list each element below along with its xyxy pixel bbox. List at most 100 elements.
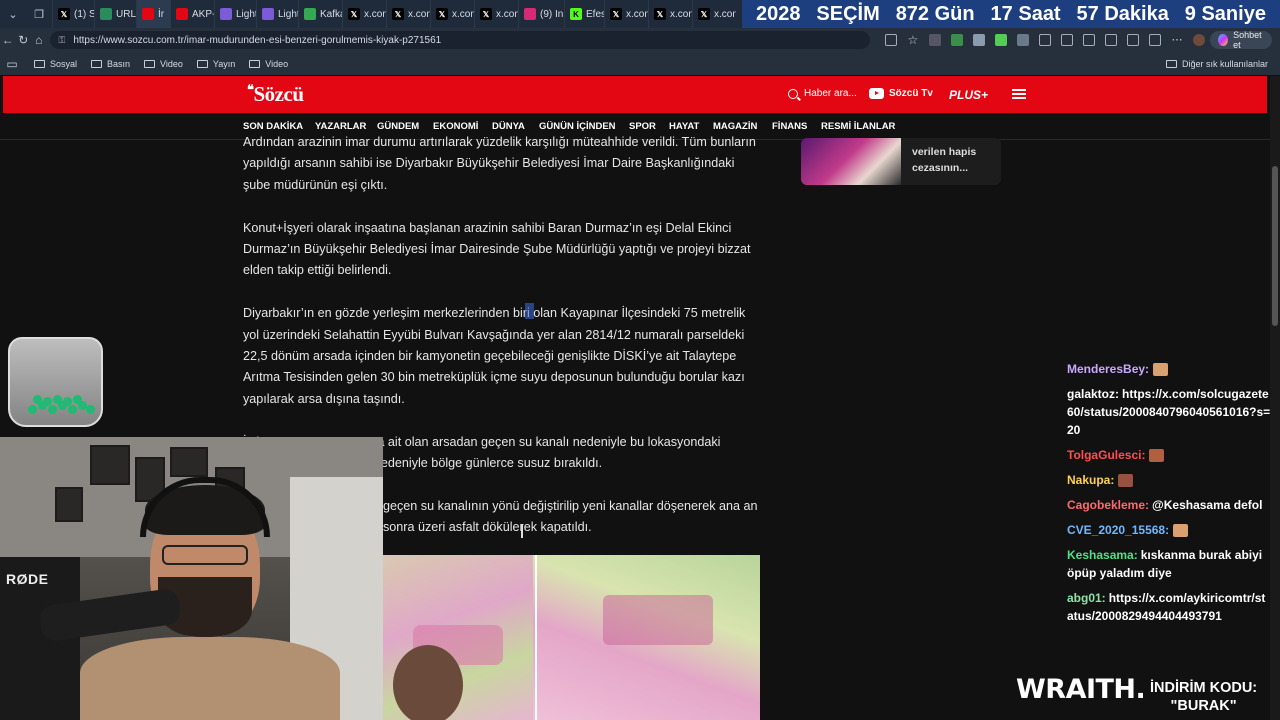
browser-tab[interactable]: (9) In xyxy=(518,0,564,28)
browser-tab-label: İr xyxy=(158,8,165,20)
favorites-icon[interactable] xyxy=(1105,34,1118,46)
browser-tab[interactable]: 𝕏x.con xyxy=(692,0,736,28)
browser-tab-label: x.con xyxy=(670,8,692,20)
browser-tab-label: Efes xyxy=(586,8,604,20)
sozcu-logo[interactable]: ❝Sözcü xyxy=(247,82,304,107)
browser-tab[interactable]: AKP- xyxy=(170,0,214,28)
copilot-chat-label: Sohbet et xyxy=(1233,30,1262,50)
site-icon xyxy=(100,8,112,20)
reload-icon[interactable]: ↻ xyxy=(15,28,30,52)
nav-item[interactable]: SPOR xyxy=(629,121,656,132)
nav-item[interactable]: YAZARLAR xyxy=(315,121,366,132)
kick-icon: K xyxy=(570,8,582,20)
nav-item[interactable]: GÜNDEM xyxy=(377,121,419,132)
url-text: https://www.sozcu.com.tr/imar-mudurunden… xyxy=(73,34,442,46)
browser-tab[interactable]: Kafka xyxy=(298,0,342,28)
favorite-star-icon[interactable]: ☆ xyxy=(907,34,919,46)
read-aloud-icon[interactable] xyxy=(885,34,898,46)
hamburger-menu-icon[interactable] xyxy=(1012,89,1026,99)
folder-icon xyxy=(1165,59,1177,68)
back-icon[interactable]: ← xyxy=(0,28,15,52)
x-icon: 𝕏 xyxy=(698,8,710,20)
nav-item[interactable]: HAYAT xyxy=(669,121,699,132)
instagram-icon xyxy=(524,8,536,20)
browser-tab[interactable]: 𝕏x.con xyxy=(604,0,648,28)
browser-tab[interactable]: 𝕏x.con xyxy=(386,0,430,28)
browser-tab-label: x.con xyxy=(364,8,386,20)
article-paragraph: Ardından arazinin imar durumu artırılara… xyxy=(243,135,756,192)
settings-sliders-icon[interactable] xyxy=(1083,34,1096,46)
extension-screenshot-icon[interactable] xyxy=(973,34,986,46)
site-search-label: Haber ara... xyxy=(804,88,857,99)
pen-icon xyxy=(220,8,232,20)
nav-item[interactable]: GÜNÜN İÇİNDEN xyxy=(539,121,616,132)
browser-tab[interactable]: 𝕏x.con xyxy=(474,0,518,28)
x-icon: 𝕏 xyxy=(58,8,70,20)
bookmark-folder-label: Yayın xyxy=(212,58,236,69)
countdown-minutes: 57 Dakika xyxy=(1076,2,1169,25)
other-favorites-label: Diğer sık kullanılanlar xyxy=(1181,58,1268,69)
split-screen-icon[interactable] xyxy=(1061,34,1074,46)
sozcu-tv-link[interactable]: Sözcü Tv xyxy=(869,88,933,99)
browser-tab[interactable]: Light xyxy=(256,0,298,28)
browser-tab[interactable]: İr xyxy=(136,0,170,28)
browser-essentials-icon[interactable] xyxy=(1127,34,1140,46)
related-news-card[interactable]: verilen hapis cezasının... xyxy=(801,138,1001,185)
collections-icon[interactable]: ▭ xyxy=(0,52,24,76)
nav-item[interactable]: MAGAZİN xyxy=(713,121,757,132)
tab-list-chevron-icon[interactable]: ⌄ xyxy=(0,0,26,28)
extension-icons: ☆ ⋯ xyxy=(880,34,1210,46)
bookmark-folder[interactable]: Sosyal xyxy=(34,59,77,69)
other-favorites-folder[interactable]: Diğer sık kullanılanlar xyxy=(1165,58,1268,69)
browser-tab-label: x.con xyxy=(452,8,474,20)
browser-tab-label: Kafka xyxy=(320,8,342,20)
more-menu-icon[interactable]: ⋯ xyxy=(1171,34,1183,46)
browser-tab[interactable]: URL N xyxy=(94,0,136,28)
browser-tab[interactable]: K Efes xyxy=(564,0,604,28)
nav-item[interactable]: RESMİ İLANLAR xyxy=(821,121,895,132)
browser-tab-label: x.con xyxy=(408,8,430,20)
copilot-chat-button[interactable]: Sohbet et xyxy=(1210,30,1272,50)
extension-battery-icon[interactable] xyxy=(995,34,1008,46)
browser-tab[interactable]: 𝕏x.con xyxy=(342,0,386,28)
extension-grid-icon[interactable] xyxy=(929,34,942,46)
plus-link[interactable]: PLUS+ xyxy=(949,88,988,102)
browser-tab[interactable]: 𝕏 (1) Sı xyxy=(52,0,94,28)
nav-item[interactable]: SON DAKİKA xyxy=(243,121,303,132)
bookmark-folder-label: Video xyxy=(160,58,183,69)
extension-green-icon[interactable] xyxy=(951,34,964,46)
maps-icon xyxy=(304,8,316,20)
nav-item[interactable]: FİNANS xyxy=(772,121,807,132)
nav-item[interactable]: EKONOMİ xyxy=(433,121,478,132)
browser-tab-label: AKP- xyxy=(192,8,214,20)
bookmark-folder[interactable]: Video xyxy=(144,59,183,69)
browser-tab-label: (1) Sı xyxy=(74,8,94,20)
workspaces-icon[interactable]: ❐ xyxy=(26,0,52,28)
extension-box-icon[interactable] xyxy=(1017,34,1030,46)
site-info-icon[interactable]: ⚿ xyxy=(58,35,65,46)
x-icon: 𝕏 xyxy=(654,8,666,20)
site-search-button[interactable]: Haber ara... xyxy=(788,88,857,99)
bookmark-folder[interactable]: Video xyxy=(249,59,288,69)
nav-item[interactable]: DÜNYA xyxy=(492,121,525,132)
election-countdown-banner: 2028 SEÇİM 872 Gün 17 Saat 57 Dakika 9 S… xyxy=(742,0,1280,28)
x-icon: 𝕏 xyxy=(392,8,404,20)
browser-tab[interactable]: 𝕏x.con xyxy=(648,0,692,28)
page-scrollbar[interactable] xyxy=(1270,76,1280,720)
browser-tab[interactable]: 𝕏x.con xyxy=(430,0,474,28)
bookmark-folder[interactable]: Yayın xyxy=(196,58,236,69)
logo-text: Sözcü xyxy=(253,82,305,106)
scrollbar-thumb[interactable] xyxy=(1272,166,1278,326)
browser-tab[interactable]: Light xyxy=(214,0,256,28)
related-news-line: verilen hapis xyxy=(912,146,977,158)
countdown-hours: 17 Saat xyxy=(990,2,1061,25)
countdown-year: 2028 xyxy=(755,2,801,25)
home-icon[interactable]: ⌂ xyxy=(31,28,46,52)
url-field[interactable]: ⚿ https://www.sozcu.com.tr/imar-mudurund… xyxy=(50,31,871,49)
bookmark-folder[interactable]: Basın xyxy=(91,59,130,69)
extensions-puzzle-icon[interactable] xyxy=(1039,34,1052,46)
downloads-icon[interactable] xyxy=(1149,34,1162,46)
x-icon: 𝕏 xyxy=(436,8,448,20)
related-news-thumbnail xyxy=(801,138,901,185)
profile-avatar[interactable] xyxy=(1193,34,1206,46)
